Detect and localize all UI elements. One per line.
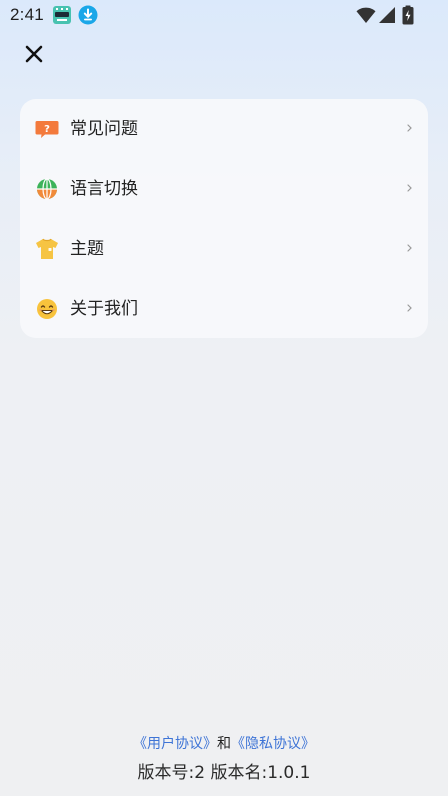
menu-item-faq[interactable]: ? 常见问题 — [20, 99, 428, 158]
globe-icon — [37, 178, 57, 200]
menu-item-theme[interactable]: 主题 — [20, 219, 428, 278]
footer-conjunction: 和 — [217, 736, 231, 752]
cell-signal-icon — [379, 7, 395, 23]
status-time: 2:41 — [10, 5, 44, 24]
user-agreement-link[interactable]: 《用户协议》 — [133, 736, 217, 752]
tshirt-icon — [36, 238, 58, 259]
status-bar: 2:41 — [0, 0, 448, 30]
wifi-icon — [356, 7, 376, 23]
footer-links: 《用户协议》和《隐私协议》 — [0, 734, 448, 754]
menu-item-about[interactable]: 关于我们 — [20, 279, 428, 338]
download-icon — [78, 5, 98, 25]
version-info: 版本号:2 版本名:1.0.1 — [137, 763, 311, 783]
chevron-right-icon — [407, 244, 412, 252]
chevron-right-icon — [407, 304, 412, 312]
close-icon — [25, 45, 43, 63]
menu-item-label: 常见问题 — [70, 119, 138, 139]
chevron-right-icon — [407, 124, 412, 132]
settings-menu-card: ? 常见问题 语言切换 主题 关于我们 — [20, 99, 428, 338]
svg-text:?: ? — [44, 124, 50, 135]
menu-item-language[interactable]: 语言切换 — [20, 159, 428, 218]
question-bubble-icon: ? — [35, 121, 59, 138]
close-button[interactable] — [20, 40, 48, 68]
menu-item-label: 关于我们 — [70, 299, 138, 319]
privacy-policy-link[interactable]: 《隐私协议》 — [231, 736, 315, 752]
chevron-right-icon — [407, 184, 412, 192]
battery-charging-icon — [402, 5, 414, 25]
menu-item-label: 语言切换 — [70, 179, 138, 199]
menu-item-label: 主题 — [70, 239, 104, 259]
app-notification-icon — [53, 6, 71, 24]
smiley-face-icon — [37, 299, 57, 319]
